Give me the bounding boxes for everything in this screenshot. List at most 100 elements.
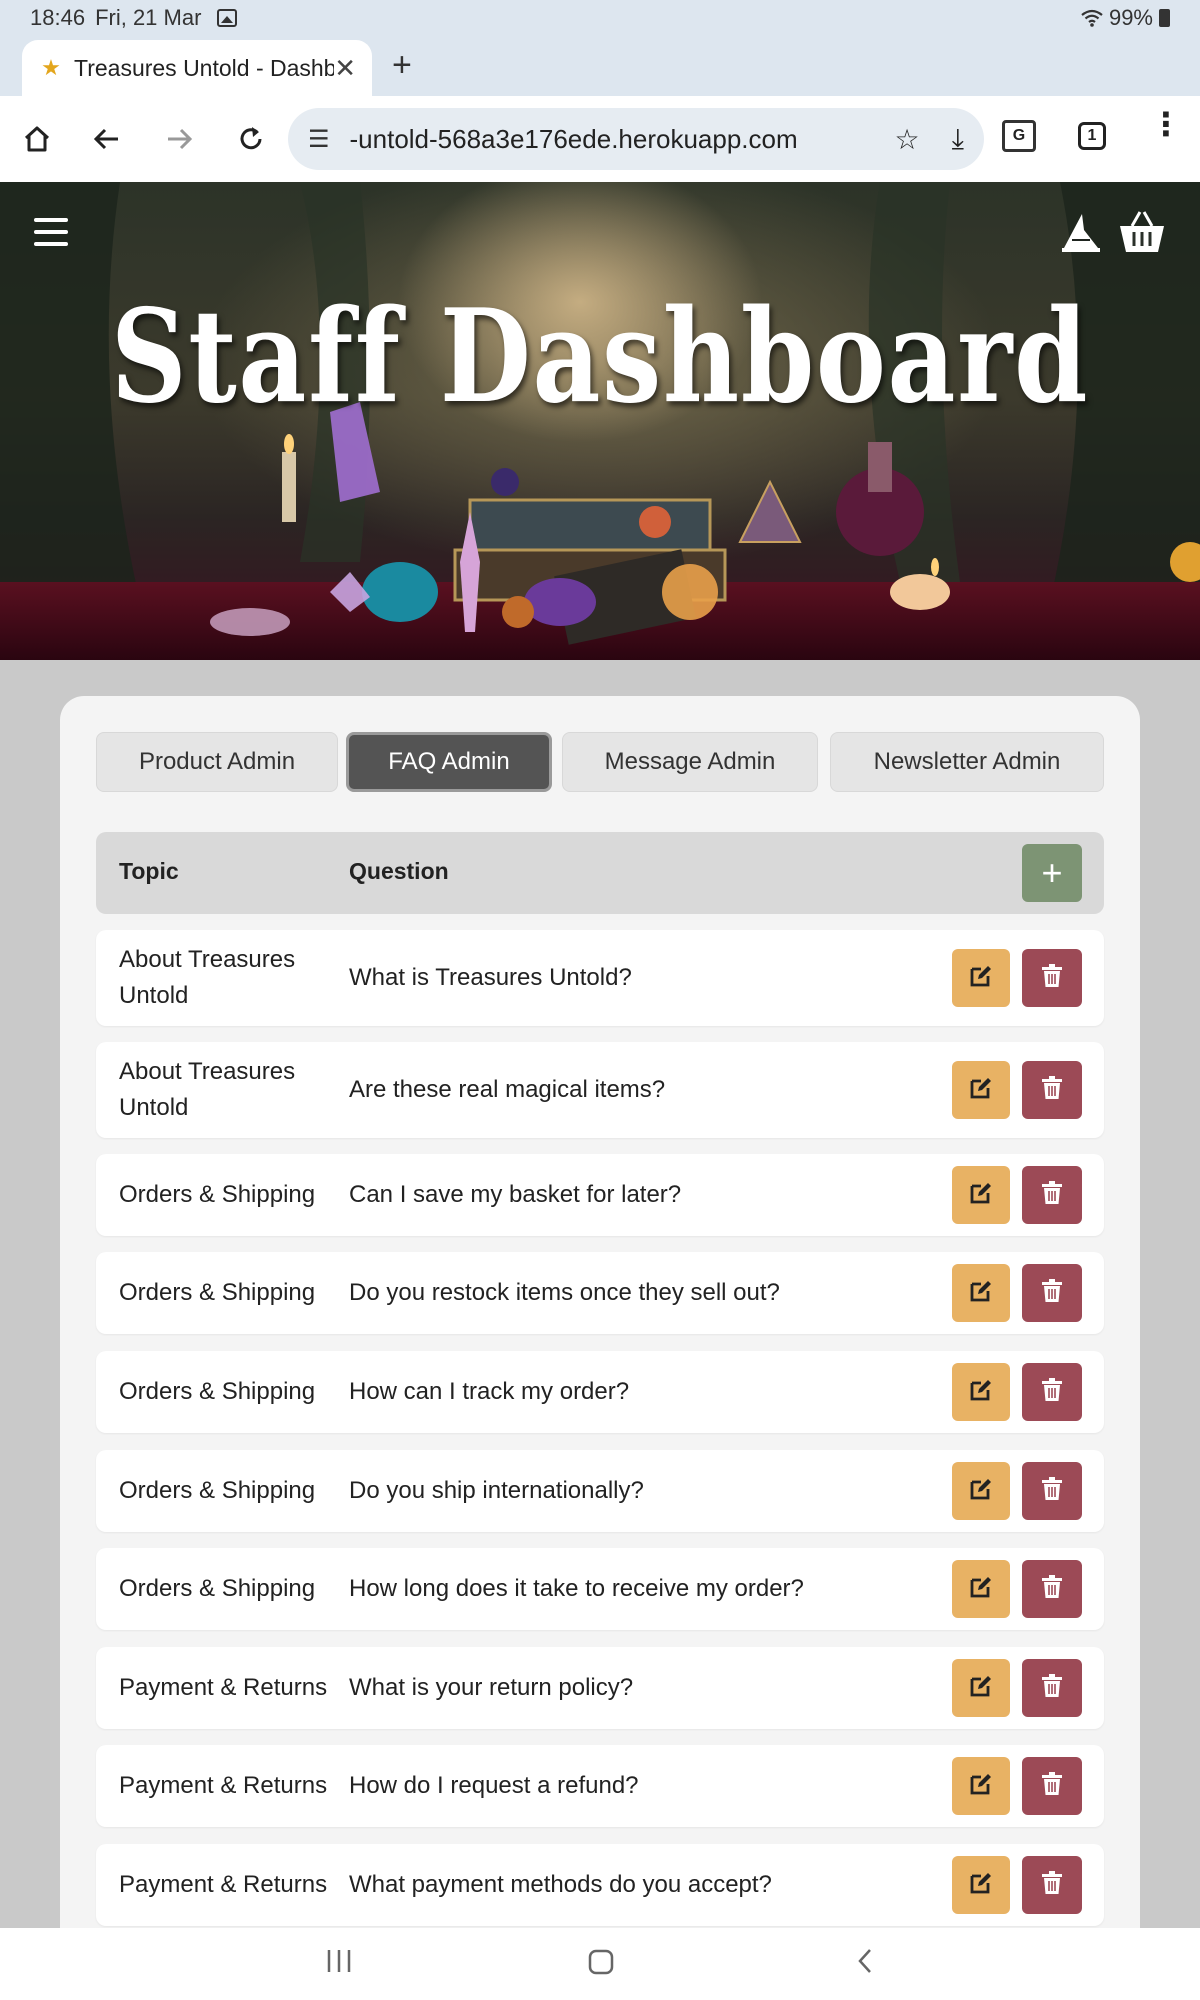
faq-question: How do I request a refund? <box>349 1772 639 1799</box>
battery-icon <box>1159 9 1170 27</box>
edit-faq-button[interactable] <box>952 1462 1010 1520</box>
faq-topic: Orders & Shipping <box>119 1181 316 1208</box>
browser-tab[interactable]: ★ Treasures Untold - Dashb ✕ <box>22 40 372 96</box>
edit-icon <box>968 1673 994 1704</box>
delete-faq-button[interactable] <box>1022 1560 1082 1618</box>
trash-icon <box>1041 1476 1063 1506</box>
url-text[interactable]: -untold-568a3e176ede.herokuapp.com <box>350 124 885 155</box>
edit-icon <box>968 963 994 994</box>
recent-apps-icon[interactable] <box>326 1946 352 1976</box>
faq-question: What is your return policy? <box>349 1674 634 1701</box>
delete-faq-button[interactable] <box>1022 1659 1082 1717</box>
faq-row: Orders & Shipping Do you ship internation… <box>96 1450 1104 1532</box>
trash-icon <box>1041 1771 1063 1801</box>
hamburger-menu-icon[interactable] <box>34 218 68 246</box>
tab-faq-admin[interactable]: FAQ Admin <box>346 732 552 792</box>
faq-row: Payment & Returns How do I request a refu… <box>96 1745 1104 1827</box>
back-arrow-icon[interactable] <box>84 116 130 162</box>
faq-question: Do you restock items once they sell out? <box>349 1279 780 1306</box>
edit-faq-button[interactable] <box>952 1659 1010 1717</box>
edit-icon <box>968 1771 994 1802</box>
tab-message-admin[interactable]: Message Admin <box>562 732 818 792</box>
faq-row: Payment & Returns What payment methods do… <box>96 1844 1104 1926</box>
trash-icon <box>1041 963 1063 993</box>
faq-topic: Orders & Shipping <box>119 1279 316 1306</box>
dashboard-card: Product Admin FAQ Admin Message Admin Ne… <box>60 696 1140 2000</box>
faq-topic: Payment & Returns <box>119 1674 328 1701</box>
tab-newsletter-admin[interactable]: Newsletter Admin <box>830 732 1104 792</box>
delete-faq-button[interactable] <box>1022 1757 1082 1815</box>
browser-toolbar: ☰ -untold-568a3e176ede.herokuapp.com ☆ ⤓… <box>0 96 1200 182</box>
trash-icon <box>1041 1574 1063 1604</box>
edit-faq-button[interactable] <box>952 1264 1010 1322</box>
system-status-bar: 18:46 Fri, 21 Mar 99% <box>0 0 1200 36</box>
faq-question: Are these real magical items? <box>349 1076 666 1103</box>
edit-faq-button[interactable] <box>952 1757 1010 1815</box>
faq-question: What is Treasures Untold? <box>349 964 632 991</box>
delete-faq-button[interactable] <box>1022 1856 1082 1914</box>
home-icon[interactable] <box>14 116 60 162</box>
wizard-hat-icon[interactable] <box>1060 210 1102 254</box>
faq-table-header: Topic Question + <box>96 832 1104 914</box>
edit-icon <box>968 1075 994 1106</box>
tab-product-admin[interactable]: Product Admin <box>96 732 338 792</box>
shopping-basket-icon[interactable] <box>1118 210 1166 254</box>
faq-row: About Treasures Untold Are these real mag… <box>96 1042 1104 1138</box>
delete-faq-button[interactable] <box>1022 1462 1082 1520</box>
hero-banner: Staff Dashboard <box>0 182 1200 660</box>
reload-icon[interactable] <box>228 116 274 162</box>
trash-icon <box>1041 1075 1063 1105</box>
trash-icon <box>1041 1870 1063 1900</box>
edit-faq-button[interactable] <box>952 1560 1010 1618</box>
edit-faq-button[interactable] <box>952 1363 1010 1421</box>
trash-icon <box>1041 1180 1063 1210</box>
faq-question: Can I save my basket for later? <box>349 1181 682 1208</box>
close-tab-icon[interactable]: ✕ <box>334 53 356 84</box>
plus-icon: + <box>1041 852 1063 893</box>
site-favicon-icon: ★ <box>41 55 61 80</box>
edit-faq-button[interactable] <box>952 1061 1010 1119</box>
faq-topic: About Treasures Untold <box>119 1058 296 1121</box>
faq-topic: About Treasures Untold <box>119 946 296 1009</box>
faq-row: Orders & Shipping How can I track my orde… <box>96 1351 1104 1433</box>
delete-faq-button[interactable] <box>1022 1264 1082 1322</box>
status-date: Fri, 21 Mar <box>95 5 202 30</box>
faq-row: Orders & Shipping Can I save my basket fo… <box>96 1154 1104 1236</box>
delete-faq-button[interactable] <box>1022 1166 1082 1224</box>
faq-question: How can I track my order? <box>349 1378 630 1405</box>
trash-icon <box>1041 1278 1063 1308</box>
faq-question: Do you ship internationally? <box>349 1477 644 1504</box>
site-settings-icon[interactable]: ☰ <box>308 125 330 154</box>
trash-icon <box>1041 1673 1063 1703</box>
browser-menu-icon[interactable]: ⋮ <box>1150 108 1182 140</box>
edit-faq-button[interactable] <box>952 1856 1010 1914</box>
faq-question: What payment methods do you accept? <box>349 1871 772 1898</box>
back-nav-icon[interactable] <box>854 1946 876 1976</box>
edit-icon <box>968 1476 994 1507</box>
admin-tabs: Product Admin FAQ Admin Message Admin Ne… <box>96 732 1104 792</box>
faq-row: About Treasures Untold What is Treasures … <box>96 930 1104 1026</box>
download-icon[interactable]: ⤓ <box>952 123 964 156</box>
delete-faq-button[interactable] <box>1022 1363 1082 1421</box>
delete-faq-button[interactable] <box>1022 949 1082 1007</box>
column-header-question: Question <box>349 858 449 884</box>
trash-icon <box>1041 1377 1063 1407</box>
column-header-topic: Topic <box>119 858 179 884</box>
tab-switcher-button[interactable]: 1 <box>1078 122 1106 150</box>
edit-icon <box>968 1180 994 1211</box>
tab-title: Treasures Untold - Dashb <box>74 54 334 81</box>
forward-arrow-icon[interactable] <box>156 116 202 162</box>
edit-faq-button[interactable] <box>952 949 1010 1007</box>
faq-row: Payment & Returns What is your return pol… <box>96 1647 1104 1729</box>
faq-question: How long does it take to receive my orde… <box>349 1575 804 1602</box>
address-bar[interactable]: ☰ -untold-568a3e176ede.herokuapp.com ☆ ⤓ <box>288 108 984 170</box>
translate-icon[interactable]: G <box>1002 120 1036 152</box>
edit-faq-button[interactable] <box>952 1166 1010 1224</box>
delete-faq-button[interactable] <box>1022 1061 1082 1119</box>
new-tab-icon[interactable]: + <box>392 46 412 85</box>
status-time: 18:46 <box>30 5 86 30</box>
home-nav-icon[interactable] <box>588 1946 614 1976</box>
bookmark-star-icon[interactable]: ☆ <box>895 123 920 156</box>
faq-topic: Orders & Shipping <box>119 1378 316 1405</box>
add-faq-button[interactable]: + <box>1022 844 1082 902</box>
